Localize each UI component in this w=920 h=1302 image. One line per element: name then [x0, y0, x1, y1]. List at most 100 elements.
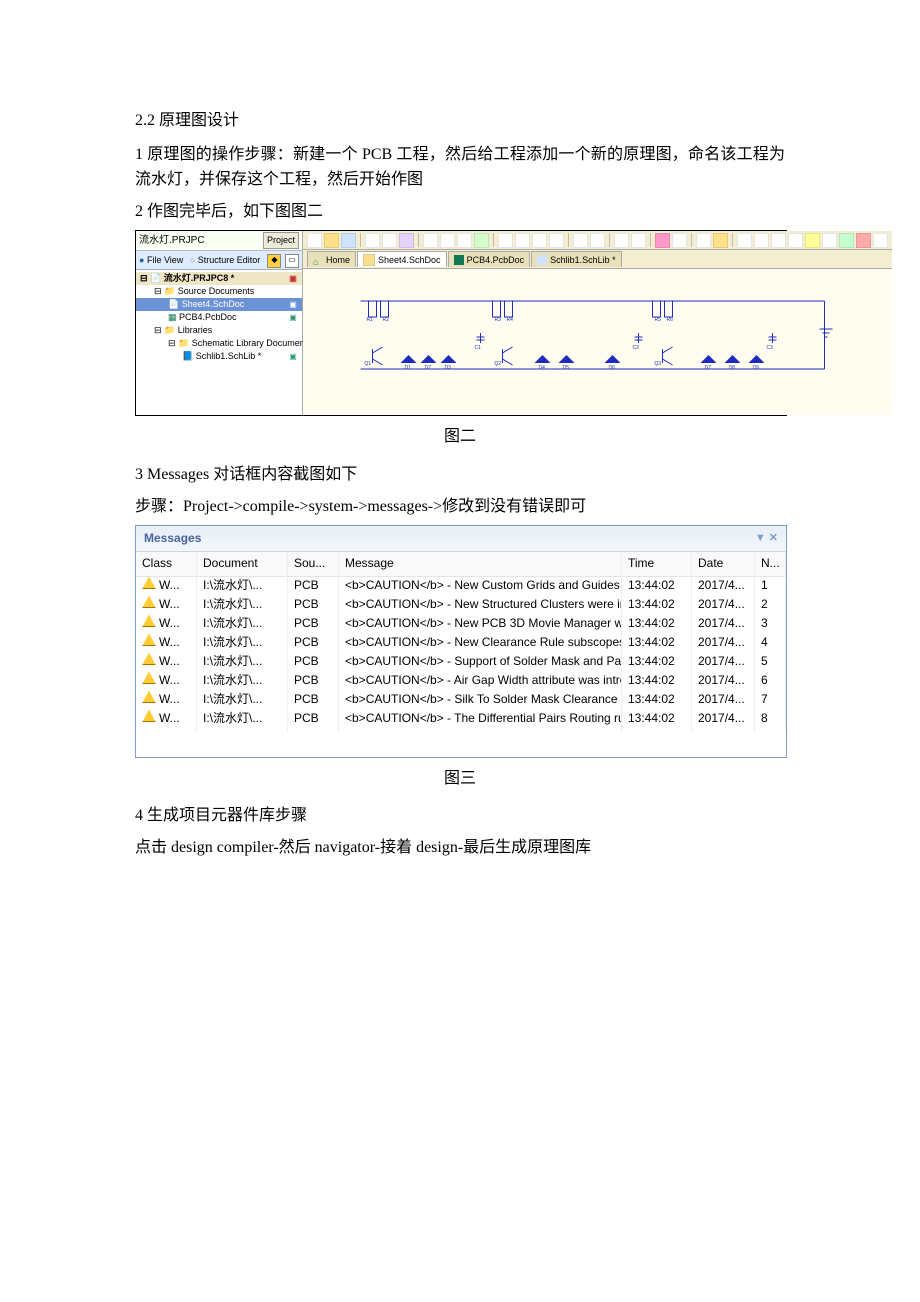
tree-root[interactable]: ⊟ 📄 流水灯.PRJPC8 * ▣: [136, 272, 302, 285]
toolbar-button[interactable]: [590, 233, 605, 248]
figure-2-caption: 图二: [135, 424, 785, 450]
toolbar-button[interactable]: [549, 233, 564, 248]
tab-schlib[interactable]: Schlib1.SchLib *: [531, 251, 622, 267]
toolbar-button[interactable]: [423, 233, 438, 248]
refdes: R3: [495, 317, 502, 323]
home-icon: ⌂: [313, 255, 323, 265]
toolbar-button[interactable]: [382, 233, 397, 248]
warning-icon: [142, 595, 156, 608]
figure-3-caption: 图三: [135, 766, 785, 792]
tab-sheet[interactable]: Sheet4.SchDoc: [357, 251, 447, 267]
panel-btn-1[interactable]: ◆: [267, 254, 281, 268]
tree-source-documents[interactable]: ⊟ 📁 Source Documents: [136, 285, 302, 298]
warning-icon: [142, 633, 156, 646]
editor-area: ⌂ Home Sheet4.SchDoc PCB4.PcbDoc Schlib1…: [303, 231, 892, 415]
warning-icon: [142, 652, 156, 665]
doc-icon: ▣: [288, 273, 298, 283]
warning-icon: [142, 709, 156, 722]
refdes: Q3: [655, 361, 662, 367]
toolbar-button[interactable]: [474, 233, 489, 248]
col-document[interactable]: Document: [197, 552, 288, 575]
tab-pcb[interactable]: PCB4.PcbDoc: [448, 251, 531, 267]
toolbar-button[interactable]: [713, 233, 728, 248]
tree-sheet[interactable]: 📄 Sheet4.SchDoc ▣: [136, 298, 302, 311]
messages-header-row: Class Document Sou... Message Time Date …: [136, 552, 786, 576]
tree-libraries[interactable]: ⊟ 📁 Libraries: [136, 324, 302, 337]
toolbar-button[interactable]: [457, 233, 472, 248]
close-icon[interactable]: ✕: [769, 530, 778, 548]
col-message[interactable]: Message: [339, 552, 622, 575]
doc-icon: ▣: [288, 351, 298, 361]
para-1: 1 原理图的操作步骤：新建一个 PCB 工程，然后给工程添加一个新的原理图，命名…: [135, 142, 785, 193]
structure-editor-tab[interactable]: Structure Editor: [198, 255, 261, 265]
toolbar-button[interactable]: [399, 233, 414, 248]
messages-body: W...I:\流水灯\...PCB<b>CAUTION</b> - New Cu…: [136, 577, 786, 729]
toolbar-button[interactable]: [324, 233, 339, 248]
refdes: D8: [729, 365, 736, 371]
doc-tabs: ⌂ Home Sheet4.SchDoc PCB4.PcbDoc Schlib1…: [303, 250, 892, 269]
project-panel-title: 流水灯.PRJPC: [139, 233, 205, 249]
refdes: Q2: [495, 361, 502, 367]
tree-schlib[interactable]: 📘 Schlib1.SchLib * ▣: [136, 350, 302, 363]
refdes: D4: [539, 365, 546, 371]
table-row[interactable]: W...I:\流水灯\...PCB<b>CAUTION</b> - The Di…: [136, 710, 786, 729]
project-button[interactable]: Project: [263, 232, 299, 248]
tab-home[interactable]: ⌂ Home: [307, 251, 356, 267]
toolbar-button[interactable]: [341, 233, 356, 248]
toolbar-button[interactable]: [631, 233, 646, 248]
col-source[interactable]: Sou...: [288, 552, 339, 575]
toolbar-button[interactable]: [873, 233, 888, 248]
toolbar-button[interactable]: [365, 233, 380, 248]
toolbar-button[interactable]: [532, 233, 547, 248]
screenshot-editor: 流水灯.PRJPC Project ● File View ○ Structur…: [135, 230, 787, 416]
toolbar-button[interactable]: [655, 233, 670, 248]
toolbar-button[interactable]: [856, 233, 871, 248]
toolbar-button[interactable]: [307, 233, 322, 248]
refdes: D1: [405, 365, 412, 371]
tree-schlib-docs[interactable]: ⊟ 📁 Schematic Library Documents: [136, 337, 302, 350]
refdes: C3: [767, 345, 774, 351]
refdes: D2: [425, 365, 432, 371]
doc-icon: ▣: [288, 299, 298, 309]
col-no[interactable]: N...: [755, 552, 786, 575]
tree-pcb[interactable]: ▦ PCB4.PcbDoc ▣: [136, 311, 302, 324]
toolbar-button[interactable]: [498, 233, 513, 248]
library-icon: [537, 255, 547, 265]
heading-2-2: 2.2 原理图设计: [135, 108, 785, 134]
toolbar-button[interactable]: [822, 233, 837, 248]
toolbar-button[interactable]: [754, 233, 769, 248]
warning-icon: [142, 576, 156, 589]
sheet-icon: [363, 254, 375, 266]
toolbar-button[interactable]: [839, 233, 854, 248]
refdes: D3: [445, 365, 452, 371]
para-4: 步骤：Project->compile->system->messages->修…: [135, 494, 785, 520]
toolbar-button[interactable]: [515, 233, 530, 248]
messages-title: Messages: [144, 529, 201, 548]
para-6: 点击 design compiler-然后 navigator-接着 desig…: [135, 835, 785, 861]
toolbar-button[interactable]: [672, 233, 687, 248]
refdes: C2: [633, 345, 640, 351]
col-date[interactable]: Date: [692, 552, 755, 575]
file-view-tab[interactable]: File View: [147, 255, 183, 265]
toolbar-button[interactable]: [696, 233, 711, 248]
toolbar-button[interactable]: [805, 233, 820, 248]
refdes: R2: [383, 317, 390, 323]
minimize-icon[interactable]: ▼: [755, 530, 766, 548]
messages-title-bar: Messages ▼ ✕: [136, 526, 786, 552]
para-3: 3 Messages 对话框内容截图如下: [135, 462, 785, 488]
refdes: D5: [563, 365, 570, 371]
col-time[interactable]: Time: [622, 552, 692, 575]
refdes: R6: [667, 317, 674, 323]
schematic-canvas[interactable]: R1 R2 R3 R4 R5 R6 C1 C2 C3 Q1 Q2 Q3 D1 D…: [303, 269, 892, 415]
panel-btn-2[interactable]: ▭: [285, 254, 299, 268]
toolbar-button[interactable]: [614, 233, 629, 248]
toolbar-button[interactable]: [788, 233, 803, 248]
warning-icon: [142, 614, 156, 627]
toolbar-button[interactable]: [737, 233, 752, 248]
para-5: 4 生成项目元器件库步骤: [135, 803, 785, 829]
project-tree: ⊟ 📄 流水灯.PRJPC8 * ▣ ⊟ 📁 Source Documents …: [136, 270, 302, 416]
col-class[interactable]: Class: [136, 552, 197, 575]
toolbar-button[interactable]: [771, 233, 786, 248]
toolbar-button[interactable]: [440, 233, 455, 248]
toolbar-button[interactable]: [573, 233, 588, 248]
